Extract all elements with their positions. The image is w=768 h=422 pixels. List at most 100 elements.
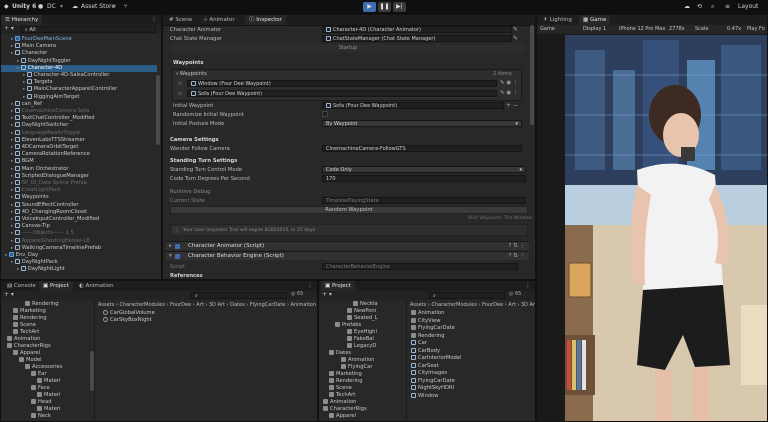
hierarchy-item[interactable]: ▸ Main Camera	[1, 43, 157, 50]
hierarchy-item[interactable]: ▸ TextChatController_Modified	[1, 115, 157, 122]
hierarchy-item[interactable]: ▸ Canvas-Tip	[1, 223, 157, 230]
component-header-behavior[interactable]: ▾ Character Behavior Engine (Script) ? ⇅…	[166, 251, 529, 260]
edit-icon[interactable]: ✎ ◉ ⋮	[500, 90, 518, 96]
layout-dropdown[interactable]: Layout	[738, 3, 758, 10]
hierarchy-item[interactable]: ▸ ScriptedDialogueManager	[1, 172, 157, 180]
add-icon[interactable]: + ▾	[322, 291, 332, 298]
account-icon[interactable]: ●	[38, 3, 43, 10]
hierarchy-item[interactable]: ▸ DayNightPack	[1, 259, 157, 266]
folder-tree-item[interactable]: Neckla	[319, 301, 405, 308]
pause-button[interactable]: ❚❚	[378, 2, 391, 12]
more-options-icon[interactable]: ⋮	[307, 282, 313, 289]
folder-tree-item[interactable]: LegacyD	[319, 343, 405, 350]
list-item[interactable]: CarBody	[407, 347, 535, 355]
list-item[interactable]: Window	[407, 392, 535, 400]
folder-tree-item[interactable]: Animation	[1, 336, 93, 343]
tab-lighting[interactable]: ☀ Lighting	[539, 15, 576, 25]
wander-camera-field[interactable]: CinemachineCamera-FollowGTS	[322, 145, 522, 152]
folder-tree-item[interactable]: Animation	[319, 357, 405, 364]
hierarchy-item[interactable]: ▸ DayNightLight	[1, 266, 157, 273]
more-options-icon[interactable]: ⋮	[151, 16, 157, 23]
randomize-checkbox[interactable]	[322, 111, 328, 117]
list-item[interactable]: Animation	[407, 310, 535, 317]
history-icon[interactable]: ⟲	[697, 3, 702, 10]
hierarchy-item[interactable]: ▸ ElevenLabsTTSStreamer	[1, 136, 157, 144]
component-header-animator[interactable]: ▸ Character Animator (Script) ? ⇅ ⋮	[166, 241, 529, 250]
list-item[interactable]: Car	[407, 340, 535, 347]
hierarchy-item[interactable]: ▸ ------Objects------ 1.5	[1, 230, 157, 237]
folder-tree-item[interactable]: Rendering	[1, 315, 93, 322]
folder-tree-item[interactable]: Scene	[319, 385, 405, 392]
list-item[interactable]: CarInteriorModel	[407, 355, 535, 362]
hierarchy-item[interactable]: ▸ CinemachineCamera-Sofa	[1, 108, 157, 115]
waypoint-item[interactable]: Sofa (Four Dee Waypoint)	[187, 90, 497, 97]
hierarchy-item[interactable]: ▸ WalkingCameraTimelinePrefab	[1, 244, 157, 252]
hierarchy-item[interactable]: ▸ SP_DI_Date Spline Prefab	[1, 180, 157, 187]
folder-tree-item[interactable]: FlyingCar	[319, 364, 405, 371]
tab-inspector[interactable]: ⓘ Inspector	[245, 15, 286, 25]
folder-tree-item[interactable]: Accessories	[1, 364, 93, 371]
drag-handle-icon[interactable]: ≡	[178, 91, 182, 97]
edit-icon[interactable]: ✎ ◉ ⋮	[500, 80, 518, 86]
folder-tree-item[interactable]: Seated_L	[319, 315, 405, 322]
turn-mode-dropdown[interactable]: Code Only ▾	[322, 166, 526, 173]
scale-value[interactable]: 0.47x	[727, 25, 741, 34]
enabled-checkbox[interactable]	[175, 244, 180, 249]
hierarchy-item[interactable]: ▸ can_Ref	[1, 100, 157, 108]
tab-animation[interactable]: ◐ Animation	[75, 281, 118, 291]
turn-degrees-field[interactable]: 170	[322, 175, 526, 182]
folder-tree-item[interactable]: Face	[1, 385, 93, 392]
asset-store-button[interactable]: Asset Store	[81, 3, 115, 10]
tab-scene[interactable]: # Scene	[165, 15, 196, 25]
tab-project[interactable]: ▣ Project	[321, 281, 355, 291]
game-dropdown[interactable]: Game	[540, 25, 555, 34]
tab-project[interactable]: ▣ Project	[39, 281, 73, 291]
list-item[interactable]: FlyingCarDate	[407, 377, 535, 385]
play-focused-dropdown[interactable]: Play Fo	[747, 25, 765, 34]
hierarchy-scrollbar[interactable]	[156, 75, 160, 145]
account-dropdown[interactable]: DC	[47, 3, 56, 10]
folder-tree-item[interactable]: Rendering	[1, 301, 93, 308]
component-menu-icon[interactable]: ? ⇅ ⋮	[508, 252, 525, 261]
hierarchy-item[interactable]: ▸ CameraRotationReference	[1, 151, 157, 158]
initial-posture-dropdown[interactable]: By Waypoint ▾	[322, 120, 522, 127]
tab-animator[interactable]: ⊹ Animator	[199, 15, 239, 25]
hierarchy-item[interactable]: ▸ Targets	[1, 79, 157, 86]
add-remove-icon[interactable]: + −	[506, 102, 518, 109]
list-item[interactable]: CarGlobalVolume	[95, 310, 317, 317]
folder-tree-item[interactable]: Marketing	[1, 308, 93, 315]
folder-tree-item[interactable]: Scene	[1, 322, 93, 329]
folder-tree-item[interactable]: Prefabs	[319, 322, 405, 329]
edit-icon[interactable]: ✎	[513, 26, 518, 33]
hierarchy-item[interactable]: ▸ Character-4D	[1, 64, 157, 72]
hierarchy-item[interactable]: ▸ LanguageReadyToggle	[1, 129, 157, 137]
folder-tree-item[interactable]: Rendering	[319, 378, 405, 385]
cloud-services-icon[interactable]: ☁	[684, 3, 690, 10]
initial-waypoint-field[interactable]: Sofa (Four Dee Waypoint)	[322, 102, 504, 109]
layers-icon[interactable]: ≡	[725, 3, 730, 10]
hierarchy-item[interactable]: ▸ BGM	[1, 158, 157, 165]
step-button[interactable]: ▶|	[393, 2, 406, 12]
hierarchy-item[interactable]: ▸ CreatLightPack	[1, 187, 157, 194]
folder-tree-item[interactable]: TechArt	[1, 329, 93, 336]
tab-hierarchy[interactable]: ☰ Hierarchy	[1, 15, 43, 25]
list-item[interactable]: NightSkyHDRI	[407, 385, 535, 392]
tab-game[interactable]: ▦ Game	[579, 15, 611, 25]
inspector-scrollbar[interactable]	[530, 25, 534, 125]
folder-tree-item[interactable]: Apparel	[1, 350, 93, 357]
folder-tree-item[interactable]: Apparel	[319, 413, 405, 420]
hierarchy-search-input[interactable]: ⌕ All	[21, 26, 156, 33]
folder-tree-item[interactable]: Neck	[1, 413, 93, 420]
hierarchy-item[interactable]: ▸ DayNightToggler	[1, 57, 157, 65]
add-icon[interactable]: + ▾	[4, 25, 14, 32]
hierarchy-item[interactable]: ▸ 4DCameraOrbitTarget	[1, 144, 157, 151]
folder-tree-item[interactable]: Dates	[319, 350, 405, 357]
hierarchy-item[interactable]: ▸ DayNightSwitcher	[1, 122, 157, 129]
project-search-input[interactable]: ⌕	[429, 292, 505, 299]
hierarchy-item[interactable]: ▸ ApparelGhostingHelper-L8	[1, 237, 157, 245]
random-waypoint-button[interactable]: Random Waypoint	[170, 206, 528, 214]
list-item[interactable]: CityView	[407, 317, 535, 325]
hierarchy-item[interactable]: ▸ Character	[1, 50, 157, 57]
project-search-input[interactable]: ⌕	[191, 292, 287, 299]
chat-state-field[interactable]: ChatStateManager (Chat State Manager)	[322, 35, 512, 42]
